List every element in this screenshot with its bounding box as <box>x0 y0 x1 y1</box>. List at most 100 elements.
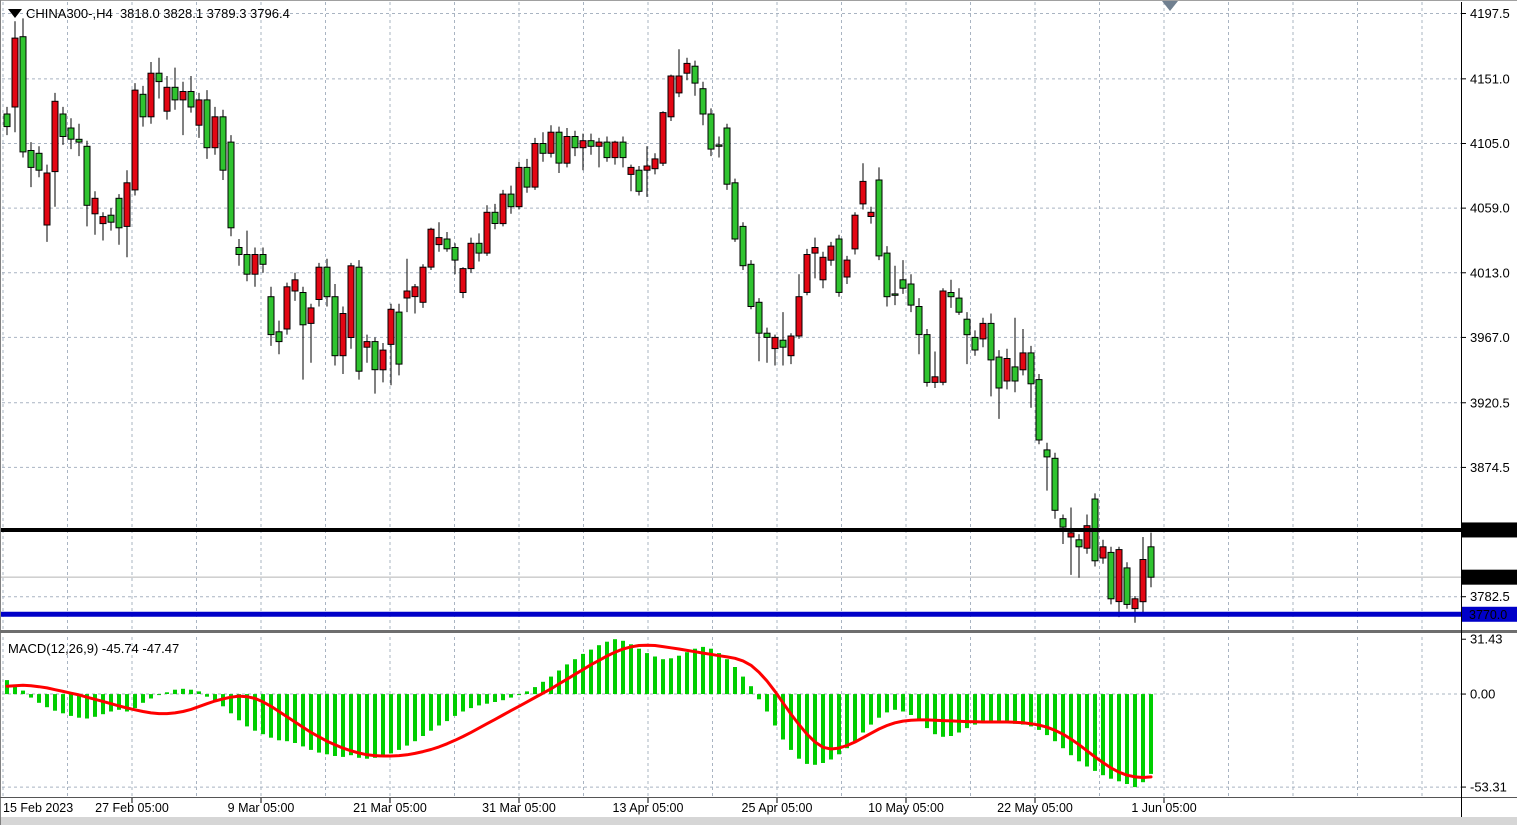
candle-body-down <box>572 137 578 148</box>
candle-body-down <box>524 167 530 187</box>
candle-body-down <box>964 319 970 335</box>
candle-body-down <box>708 114 714 149</box>
candle-body-down <box>988 323 994 360</box>
candle-body-down <box>492 212 498 223</box>
macd-histogram-bar <box>749 686 753 694</box>
candle-body-down <box>956 298 962 312</box>
candle-body-down <box>692 66 698 83</box>
macd-histogram-bar <box>885 694 889 712</box>
symbol-dropdown-icon[interactable] <box>8 9 22 18</box>
candle-body-down <box>700 89 706 114</box>
chart-shift-icon[interactable] <box>1162 1 1178 11</box>
macd-histogram-bar <box>757 694 761 699</box>
candle-body-up <box>404 291 410 298</box>
macd-histogram-bar <box>1069 694 1073 755</box>
macd-histogram-bar <box>357 694 361 758</box>
candle-body-up <box>92 198 98 214</box>
chart-window: 4197.54151.04105.04059.04013.03967.03920… <box>0 0 1517 825</box>
candle-body-down <box>972 337 978 350</box>
candle-body-up <box>860 181 866 204</box>
macd-histogram-bar <box>413 694 417 741</box>
macd-histogram-bar <box>421 694 425 736</box>
candle-body-down <box>780 340 786 347</box>
macd-histogram-bar <box>717 653 721 694</box>
macd-histogram-bar <box>941 694 945 737</box>
candle-body-down <box>228 142 234 228</box>
candle-body-up <box>868 212 874 216</box>
candle-body-up <box>676 76 682 93</box>
candle-body-up <box>1020 353 1026 370</box>
macd-histogram-bar <box>845 694 849 748</box>
chart-canvas[interactable]: 4197.54151.04105.04059.04013.03967.03920… <box>0 0 1517 825</box>
macd-histogram-bar <box>157 694 161 695</box>
macd-histogram-bar <box>605 642 609 694</box>
macd-histogram-bar <box>861 694 865 732</box>
time-axis-label: 22 May 05:00 <box>997 801 1073 815</box>
candle-body-up <box>1004 359 1010 382</box>
macd-histogram-bar <box>397 694 401 750</box>
macd-histogram-bar <box>589 650 593 695</box>
macd-histogram-bar <box>765 694 769 711</box>
macd-indicator-label: MACD(12,26,9) -45.74 -47.47 <box>8 641 179 656</box>
candle-body-down <box>1028 353 1034 384</box>
candle-body-down <box>28 151 34 168</box>
candle-body-down <box>1148 547 1154 577</box>
candle-body-down <box>220 117 226 170</box>
time-axis-label: 9 Mar 05:00 <box>228 801 295 815</box>
candle-body-up <box>852 215 858 249</box>
candle-body-up <box>644 166 650 170</box>
candle-body-down <box>1124 568 1130 605</box>
candle-body-up <box>420 267 426 302</box>
time-axis-label: 15 Feb 2023 <box>3 801 73 815</box>
candle-body-up <box>804 255 810 293</box>
macd-histogram-bar <box>989 694 993 721</box>
candle-body-up <box>1100 547 1106 558</box>
level-badge-label: 3770.0 <box>1469 608 1507 622</box>
candle-body-down <box>732 183 738 239</box>
candle-body-down <box>1060 519 1066 527</box>
macd-histogram-bar <box>1013 694 1017 724</box>
candle-body-down <box>908 284 914 305</box>
macd-histogram-bar <box>1133 694 1137 787</box>
macd-histogram-bar <box>637 649 641 694</box>
candle-body-down <box>188 92 194 108</box>
candle-body-up <box>1140 560 1146 602</box>
macd-histogram-bar <box>533 687 537 694</box>
candle-body-up <box>364 342 370 348</box>
candle-body-up <box>684 63 690 73</box>
candle-body-down <box>396 312 402 364</box>
bottom-strip <box>0 817 1517 825</box>
macd-histogram-bar <box>869 694 873 725</box>
candle-body-up <box>340 314 346 356</box>
time-axis-label: 31 Mar 05:00 <box>482 801 556 815</box>
macd-histogram-bar <box>29 694 33 698</box>
candle-body-up <box>164 87 170 111</box>
macd-histogram-bar <box>77 694 81 718</box>
time-axis-label: 21 Mar 05:00 <box>353 801 427 815</box>
macd-histogram-bar <box>469 694 473 708</box>
price-axis-label: 4197.5 <box>1470 6 1510 21</box>
panel-separator[interactable] <box>0 630 1517 633</box>
macd-histogram-bar <box>325 694 329 754</box>
macd-histogram-bar <box>893 694 897 710</box>
candle-body-down <box>748 264 754 306</box>
macd-histogram-bar <box>685 652 689 694</box>
candle-body-up <box>772 337 778 348</box>
candle-body-down <box>204 100 210 148</box>
candle-body-up <box>812 248 818 254</box>
candle-body-down <box>332 297 338 356</box>
candle-body-up <box>460 269 466 293</box>
macd-histogram-bar <box>1125 694 1129 784</box>
macd-histogram-bar <box>805 694 809 764</box>
macd-histogram-bar <box>669 658 673 694</box>
macd-histogram-bar <box>629 644 633 694</box>
price-axis-label: 4013.0 <box>1470 265 1510 280</box>
macd-histogram-bar <box>245 694 249 726</box>
candle-body-up <box>564 137 570 164</box>
time-axis-label: 25 Apr 05:00 <box>742 801 813 815</box>
price-axis-label: 4059.0 <box>1470 201 1510 216</box>
candle-body-down <box>948 293 954 297</box>
macd-histogram-bar <box>301 694 305 746</box>
candle-body-up <box>844 260 850 277</box>
candle-body-up <box>428 229 434 267</box>
